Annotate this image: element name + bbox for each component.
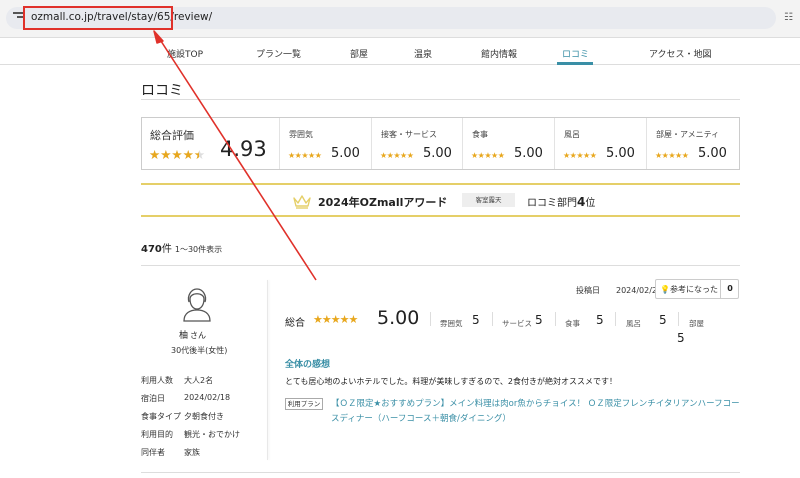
divider xyxy=(141,265,740,266)
sub-score-value: 5 xyxy=(472,313,480,327)
award-rank-suffix: 位 xyxy=(585,198,596,209)
category-label: 風呂 xyxy=(564,130,580,139)
impression-body: とても居心地のよいホテルでした。料理が美味しすぎるので、2食付きが絶対オススメで… xyxy=(285,377,617,386)
sub-score-value: 5 xyxy=(677,331,685,345)
url-highlight-box xyxy=(23,6,173,30)
facility-nav: 施設TOP プラン一覧 部屋 温泉 館内情報 ロコミ アクセス・地図 xyxy=(0,40,800,65)
browser-toolbar: ozmall.co.jp/travel/stay/65/review/ ☷ xyxy=(0,0,800,38)
meta-key: 同伴者 xyxy=(141,448,165,457)
page-title: ロコミ xyxy=(141,83,183,99)
category-atmosphere: 雰囲気 ★★★★★ 5.00 xyxy=(279,118,371,169)
lightbulb-icon: 💡 xyxy=(660,285,670,294)
award-rank: ロコミ部門4位 xyxy=(527,194,595,209)
sub-score-label: 風呂 xyxy=(626,319,641,328)
category-stars: ★★★★★ xyxy=(655,151,689,160)
review-range: 1〜30件表示 xyxy=(174,245,223,254)
award-rank-prefix: ロコミ部門 xyxy=(527,198,577,209)
divider xyxy=(430,312,431,326)
category-service: 接客・サービス ★★★★★ 5.00 xyxy=(371,118,462,169)
divider xyxy=(141,99,740,100)
review-count: 470件 1〜30件表示 xyxy=(141,240,222,255)
helpful-count: 0 xyxy=(720,280,739,298)
rating-summary: 総合評価 ★★★★★ ★★★★★ 4.93 雰囲気 ★★★★★ 5.00 接客・… xyxy=(141,117,740,170)
overall-rating-label: 総合評価 xyxy=(150,129,194,142)
meta-value: 2024/02/18 xyxy=(184,393,231,402)
profile-divider xyxy=(267,280,268,460)
sub-score-value: 5 xyxy=(596,313,604,327)
tab-rooms[interactable]: 部屋 xyxy=(350,47,368,60)
category-stars: ★★★★★ xyxy=(380,151,414,160)
reviewer-age: 30代後半(女性) xyxy=(171,346,228,355)
sub-score-label: 食事 xyxy=(565,319,580,328)
category-stars: ★★★★★ xyxy=(288,151,322,160)
category-meal: 食事 ★★★★★ 5.00 xyxy=(462,118,554,169)
post-date-label: 投稿日 xyxy=(576,286,600,295)
active-tab-indicator xyxy=(557,62,593,65)
award-category-badge: 客室露天 xyxy=(462,193,515,207)
sub-score-label: サービス xyxy=(502,319,532,328)
stars-filled: ★★★★★ xyxy=(149,147,199,162)
category-score: 5.00 xyxy=(606,146,635,161)
reviewer-name: 柚さん xyxy=(179,328,206,341)
tab-facility-top[interactable]: 施設TOP xyxy=(167,47,203,60)
category-label: 部屋・アメニティ xyxy=(656,130,720,139)
meta-key: 利用人数 xyxy=(141,376,173,385)
tab-plans[interactable]: プラン一覧 xyxy=(256,47,301,60)
sub-score-value: 5 xyxy=(659,313,667,327)
helpful-label: 💡参考になった xyxy=(660,284,718,295)
award-title: 2024年OZmallアワード xyxy=(318,196,448,209)
divider xyxy=(555,312,556,326)
review-overall-label: 総合 xyxy=(285,318,305,329)
review-overall-score: 5.00 xyxy=(377,307,420,329)
award-banner: 2024年OZmallアワード 客室露天 ロコミ部門4位 xyxy=(141,183,740,217)
category-score: 5.00 xyxy=(698,146,727,161)
reviewer-name-text: 柚 xyxy=(179,331,189,341)
sub-score-label: 雰囲気 xyxy=(440,319,463,328)
category-room-amenity: 部屋・アメニティ ★★★★★ 5.00 xyxy=(646,118,739,169)
divider xyxy=(141,472,740,473)
category-score: 5.00 xyxy=(331,146,360,161)
divider xyxy=(615,312,616,326)
divider xyxy=(678,312,679,326)
category-label: 接客・サービス xyxy=(381,130,437,139)
crown-icon xyxy=(293,195,311,209)
plan-badge: 利用プラン xyxy=(285,398,323,410)
category-stars: ★★★★★ xyxy=(471,151,505,160)
meta-value: 家族 xyxy=(184,448,200,457)
tab-access[interactable]: アクセス・地図 xyxy=(649,47,712,60)
meta-value: 大人2名 xyxy=(184,376,214,385)
tab-onsen[interactable]: 温泉 xyxy=(414,47,432,60)
category-label: 雰囲気 xyxy=(289,130,313,139)
helpful-label-text: 参考になった xyxy=(669,285,718,294)
review-count-number: 470 xyxy=(141,244,162,255)
helpful-button[interactable]: 💡参考になった 0 xyxy=(655,279,739,299)
sub-score-label: 部屋 xyxy=(689,319,704,328)
meta-key: 利用目的 xyxy=(141,430,173,439)
tab-facility-info[interactable]: 館内情報 xyxy=(481,47,517,60)
review-overall-stars: ★★★★★ xyxy=(313,313,358,326)
user-avatar-icon xyxy=(183,288,211,322)
sub-score-value: 5 xyxy=(535,313,543,327)
meta-value: 夕朝食付き xyxy=(184,412,224,421)
meta-key: 宿泊日 xyxy=(141,394,165,403)
reviewer-honorific: さん xyxy=(190,331,207,340)
overall-rating-score: 4.93 xyxy=(220,137,267,161)
meta-key: 食事タイプ xyxy=(141,412,181,421)
category-label: 食事 xyxy=(472,130,488,139)
impression-title: 全体の感想 xyxy=(285,360,331,370)
tab-reviews[interactable]: ロコミ xyxy=(562,47,589,60)
divider xyxy=(492,312,493,326)
category-score: 5.00 xyxy=(423,146,452,161)
meta-value: 観光・おでかけ xyxy=(184,430,240,439)
category-stars: ★★★★★ xyxy=(563,151,597,160)
overall-rating-stars: ★★★★★ ★★★★★ xyxy=(149,147,205,162)
plan-link[interactable]: 【ＯＺ限定★おすすめプラン】メイン料理は肉or魚からチョイス！ ＯＺ限定フレンチ… xyxy=(331,397,741,427)
post-date: 投稿日 2024/02/21 xyxy=(576,285,662,296)
tune-icon[interactable]: ☷ xyxy=(784,12,795,23)
category-score: 5.00 xyxy=(514,146,543,161)
site-settings-icon[interactable] xyxy=(13,12,23,23)
review-count-unit: 件 xyxy=(161,244,172,255)
category-bath: 風呂 ★★★★★ 5.00 xyxy=(554,118,646,169)
